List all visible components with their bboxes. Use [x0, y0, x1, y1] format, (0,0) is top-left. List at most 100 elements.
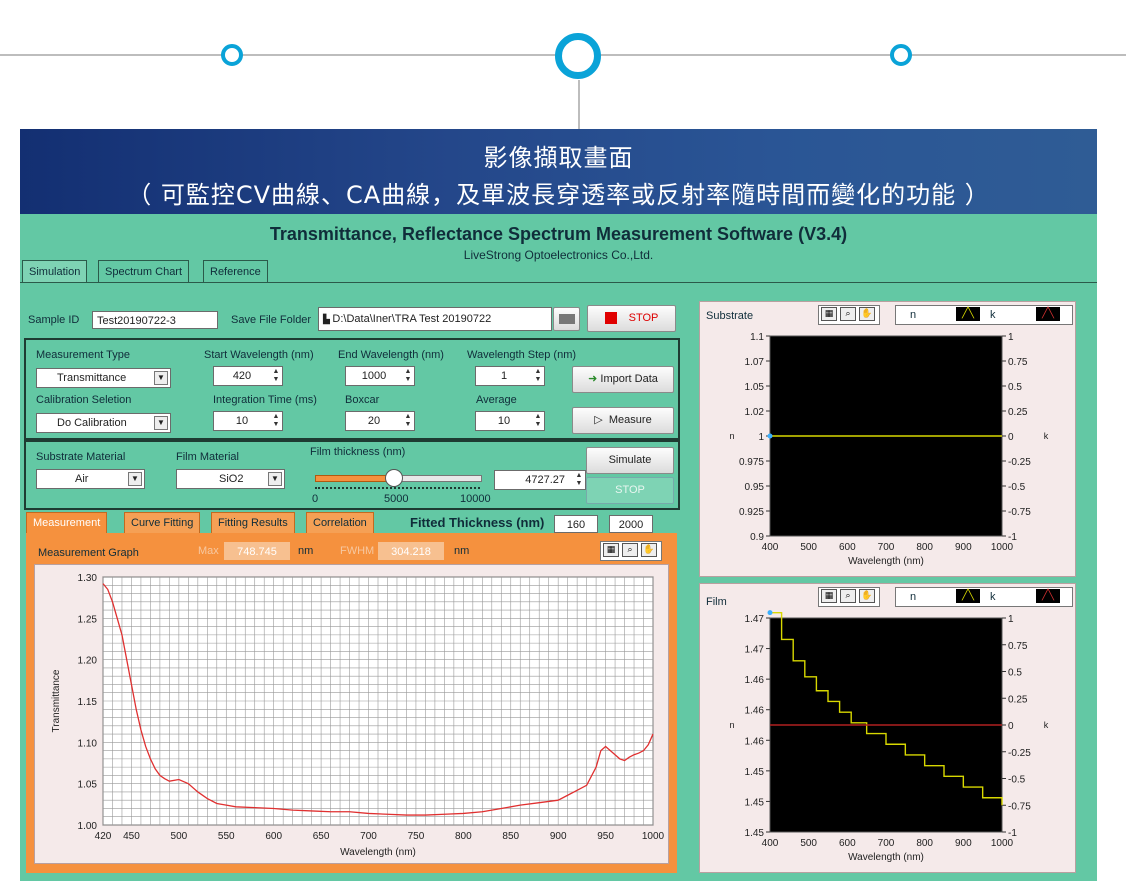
tab-reference[interactable]: Reference — [203, 260, 268, 283]
step-3-dot[interactable] — [890, 44, 912, 66]
simulate-button[interactable]: Simulate — [586, 447, 674, 474]
pan-hand-icon[interactable]: ✋ — [859, 589, 875, 603]
legend-k-swatch: ╱╲ — [1036, 589, 1060, 603]
measure-button[interactable]: ▷ Measure — [572, 407, 674, 434]
grid-icon[interactable]: ▦ — [821, 589, 837, 603]
banner-subtitle: （ 可監控CV曲線、CA曲線，及單波長穿透率或反射率隨時間而變化的功能 ） — [127, 181, 990, 209]
zoom-icon[interactable]: ⌕ — [840, 307, 856, 321]
end-wl-input[interactable]: 1000 ▲ ▼ — [345, 366, 415, 386]
stop-label: STOP — [628, 312, 659, 324]
y-tick-label: 1.07 — [745, 357, 765, 368]
y-tick-label: 0.925 — [739, 507, 764, 518]
x-tick-label: 900 — [955, 542, 972, 553]
substrate-material-select[interactable]: Air ▼ — [36, 469, 145, 489]
film-material-select[interactable]: SiO2 ▼ — [176, 469, 285, 489]
grid-icon[interactable]: ▦ — [603, 543, 619, 557]
y-tick-label: 1.20 — [78, 656, 98, 667]
tab-spectrum-chart[interactable]: Spectrum Chart — [98, 260, 190, 283]
import-label: Import Data — [600, 373, 658, 385]
film-material-value: SiO2 — [219, 473, 244, 485]
measurement-type-select[interactable]: Transmittance ▼ — [36, 368, 171, 388]
y-tick-label: 1.05 — [745, 382, 765, 393]
fitted-max-input[interactable]: 2000 — [609, 515, 653, 533]
slider-thumb[interactable] — [384, 469, 403, 487]
film-thickness-slider[interactable] — [315, 469, 482, 489]
measurement-chart: 420 450 500 550 600 650 700 750 800 850 900 950 1000… — [51, 573, 665, 858]
y2-tick-label: 0.25 — [1008, 407, 1028, 418]
x-tick-label: 800 — [916, 542, 933, 553]
save-folder-label: Save File Folder — [231, 314, 312, 326]
y-axis-label: n — [729, 720, 734, 730]
spinner-icon: ▲ ▼ — [575, 472, 583, 487]
sample-id-input[interactable]: Test20190722-3 — [92, 311, 218, 329]
film-material-label: Film Material — [176, 451, 239, 463]
tab-curve-fitting[interactable]: Curve Fitting — [124, 512, 201, 533]
browse-folder-button[interactable] — [553, 307, 580, 331]
y2-tick-label: 1 — [1008, 332, 1014, 343]
slider-tick-max: 10000 — [460, 493, 491, 505]
y2-tick-label: 0.75 — [1008, 357, 1028, 368]
cursor-marker — [767, 433, 773, 439]
substrate-panel-title: Substrate — [706, 310, 754, 322]
y2-tick-label: 0.5 — [1008, 382, 1022, 393]
substrate-material-value: Air — [75, 473, 89, 485]
film-thickness-input[interactable]: 4727.27 ▲ ▼ — [494, 470, 586, 490]
y-tick-label: 1.46 — [745, 706, 765, 717]
x-tick-label: 700 — [878, 542, 895, 553]
zoom-icon[interactable]: ⌕ — [840, 589, 856, 603]
x-tick-label: 400 — [762, 542, 779, 553]
tab-correlation[interactable]: Correlation — [306, 512, 374, 533]
cursor-marker — [767, 610, 773, 616]
pan-hand-icon[interactable]: ✋ — [641, 543, 657, 557]
app-title: Transmittance, Reflectance Spectrum Meas… — [269, 224, 848, 244]
boxcar-input[interactable]: 20 ▲ ▼ — [345, 411, 415, 431]
folder-path-icon: ▙ — [323, 314, 333, 324]
import-data-button[interactable]: ➜ Import Data — [572, 366, 674, 393]
play-icon: ▷ — [594, 414, 603, 426]
y-tick-label: 0.975 — [739, 457, 764, 468]
x-tick-label: 950 — [597, 831, 614, 842]
calibration-select[interactable]: Do Calibration ▼ — [36, 413, 171, 433]
stop-button[interactable]: STOP — [587, 305, 676, 332]
start-wl-input[interactable]: 420 ▲ ▼ — [213, 366, 283, 386]
boxcar-label: Boxcar — [345, 394, 380, 406]
wl-step-input[interactable]: 1 ▲ ▼ — [475, 366, 545, 386]
slider-dots — [315, 487, 480, 489]
x-tick-label: 500 — [800, 542, 817, 553]
pan-hand-icon[interactable]: ✋ — [859, 307, 875, 321]
save-folder-path: D:\Data\Iner\TRA Test 20190722 — [332, 313, 492, 325]
y-tick-label: 1.15 — [78, 697, 98, 708]
grid-icon[interactable]: ▦ — [821, 307, 837, 321]
tab-simulation[interactable]: Simulation — [22, 260, 88, 283]
fitted-min-input[interactable]: 160 — [554, 515, 598, 533]
legend-n-label: n — [910, 309, 917, 321]
average-label: Average — [476, 394, 517, 406]
max-unit: nm — [298, 545, 314, 557]
integration-input[interactable]: 10 ▲ ▼ — [213, 411, 283, 431]
sample-id-label: Sample ID — [28, 314, 80, 326]
graph-palette[interactable]: ▦ ⌕ ✋ — [600, 541, 662, 561]
film-palette[interactable]: ▦ ⌕ ✋ — [818, 587, 880, 607]
x-tick-label: 600 — [265, 831, 282, 842]
substrate-palette[interactable]: ▦ ⌕ ✋ — [818, 305, 880, 325]
y2-tick-label: 0 — [1008, 432, 1014, 443]
y2-axis-label: k — [1044, 720, 1049, 730]
average-input[interactable]: 10 ▲ ▼ — [475, 411, 545, 431]
x-tick-label: 900 — [550, 831, 567, 842]
step-connector — [578, 80, 580, 130]
x-tick-label: 400 — [762, 838, 779, 849]
x-axis-label: Wavelength (nm) — [848, 556, 924, 567]
integration-value: 10 — [235, 415, 249, 427]
save-folder-input[interactable]: ▙ D:\Data\Iner\TRA Test 20190722 — [318, 307, 552, 331]
average-value: 10 — [497, 415, 511, 427]
tab-fitting-results[interactable]: Fitting Results — [211, 512, 295, 533]
x-tick-label: 850 — [502, 831, 519, 842]
tab-measurement[interactable]: Measurement — [26, 512, 108, 533]
step-2-dot[interactable] — [555, 33, 601, 79]
stop-simulation-button[interactable]: STOP — [586, 477, 674, 504]
fwhm-unit: nm — [454, 545, 470, 557]
chevron-down-icon: ▼ — [268, 472, 282, 486]
x-tick-label: 500 — [171, 831, 188, 842]
zoom-icon[interactable]: ⌕ — [622, 543, 638, 557]
step-1-dot[interactable] — [221, 44, 243, 66]
